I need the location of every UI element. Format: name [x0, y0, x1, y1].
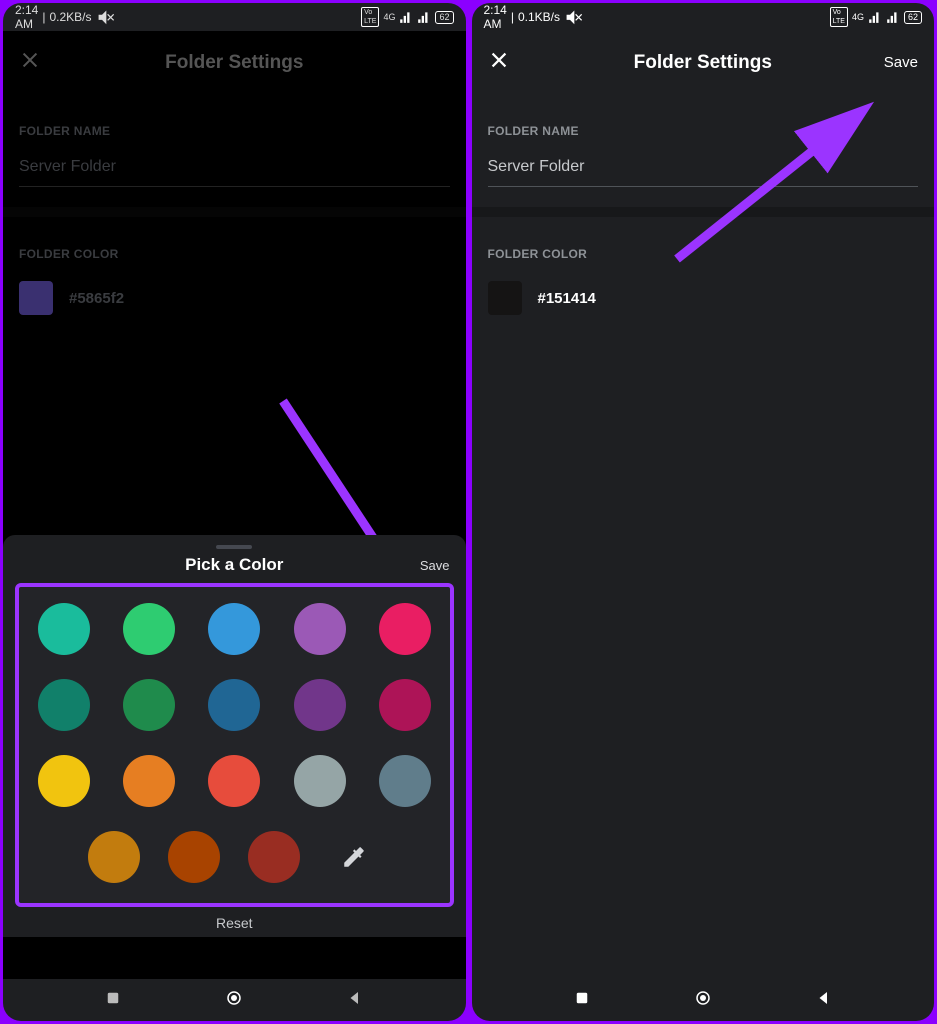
signal-icon	[868, 10, 882, 24]
color-option[interactable]	[38, 603, 90, 655]
color-option[interactable]	[294, 679, 346, 731]
eyedropper-icon[interactable]	[328, 831, 380, 883]
color-option[interactable]	[38, 679, 90, 731]
color-option[interactable]	[38, 755, 90, 807]
nav-home-icon[interactable]	[694, 989, 712, 1012]
volte-icon: VoLTE	[361, 7, 379, 27]
color-option[interactable]	[123, 679, 175, 731]
page-title: Folder Settings	[634, 52, 772, 74]
color-option[interactable]	[208, 603, 260, 655]
color-option[interactable]	[208, 755, 260, 807]
color-swatch	[19, 281, 53, 315]
close-icon[interactable]	[488, 49, 510, 76]
mute-icon	[96, 7, 117, 28]
color-picker-sheet: Pick a Color Save Reset	[3, 535, 466, 937]
nav-recent-icon[interactable]	[573, 989, 591, 1012]
header: Folder Settings Save	[472, 31, 935, 94]
status-bar: 2:14 AM | 0.1KB/s VoLTE 4G 62	[472, 3, 935, 31]
nav-back-icon[interactable]	[346, 989, 364, 1012]
sheet-handle[interactable]	[216, 545, 252, 549]
battery-icon: 62	[904, 11, 922, 24]
folder-name-label: FOLDER NAME	[472, 94, 935, 146]
color-option[interactable]	[294, 603, 346, 655]
color-option[interactable]	[88, 831, 140, 883]
nav-home-icon[interactable]	[225, 989, 243, 1012]
color-option[interactable]	[379, 679, 431, 731]
nav-bar	[3, 979, 466, 1021]
signal-icon-2	[886, 10, 900, 24]
folder-name-label: FOLDER NAME	[3, 94, 466, 146]
color-option[interactable]	[123, 603, 175, 655]
color-option[interactable]	[123, 755, 175, 807]
4g-label: 4G	[852, 12, 864, 22]
folder-color-row[interactable]: #5865f2	[3, 269, 466, 327]
nav-recent-icon[interactable]	[104, 989, 122, 1012]
status-time: 2:14 AM	[15, 3, 38, 31]
phone-left: 2:14 AM | 0.2KB/s VoLTE 4G 62 Folder Set…	[3, 3, 466, 1021]
color-option[interactable]	[248, 831, 300, 883]
folder-name-input[interactable]	[19, 152, 450, 187]
signal-icon-2	[417, 10, 431, 24]
divider	[472, 207, 935, 217]
status-bar: 2:14 AM | 0.2KB/s VoLTE 4G 62	[3, 3, 466, 31]
sheet-title: Pick a Color	[185, 555, 283, 575]
signal-icon	[399, 10, 413, 24]
4g-label: 4G	[383, 12, 395, 22]
color-palette	[15, 583, 454, 907]
volte-icon: VoLTE	[830, 7, 848, 27]
folder-name-input[interactable]	[488, 152, 919, 187]
color-option[interactable]	[208, 679, 260, 731]
save-button[interactable]: Save	[884, 54, 918, 71]
color-option[interactable]	[379, 755, 431, 807]
color-option[interactable]	[379, 603, 431, 655]
color-option[interactable]	[294, 755, 346, 807]
status-net: 0.2KB/s	[49, 10, 91, 24]
mute-icon	[564, 7, 585, 28]
header: Folder Settings	[3, 31, 466, 94]
close-icon[interactable]	[19, 49, 41, 76]
battery-icon: 62	[435, 11, 453, 24]
page-title: Folder Settings	[165, 52, 303, 74]
color-swatch	[488, 281, 522, 315]
color-hex: #5865f2	[69, 290, 124, 307]
phone-right: 2:14 AM | 0.1KB/s VoLTE 4G 62 Folder Set…	[472, 3, 935, 1021]
status-net: 0.1KB/s	[518, 10, 560, 24]
nav-bar	[472, 979, 935, 1021]
color-hex: #151414	[538, 290, 596, 307]
divider	[3, 207, 466, 217]
nav-back-icon[interactable]	[815, 989, 833, 1012]
folder-color-label: FOLDER COLOR	[3, 217, 466, 269]
folder-color-label: FOLDER COLOR	[472, 217, 935, 269]
sheet-save-button[interactable]: Save	[420, 558, 450, 573]
reset-button[interactable]: Reset	[15, 915, 454, 931]
folder-color-row[interactable]: #151414	[472, 269, 935, 327]
color-option[interactable]	[168, 831, 220, 883]
status-time: 2:14 AM	[484, 3, 507, 31]
